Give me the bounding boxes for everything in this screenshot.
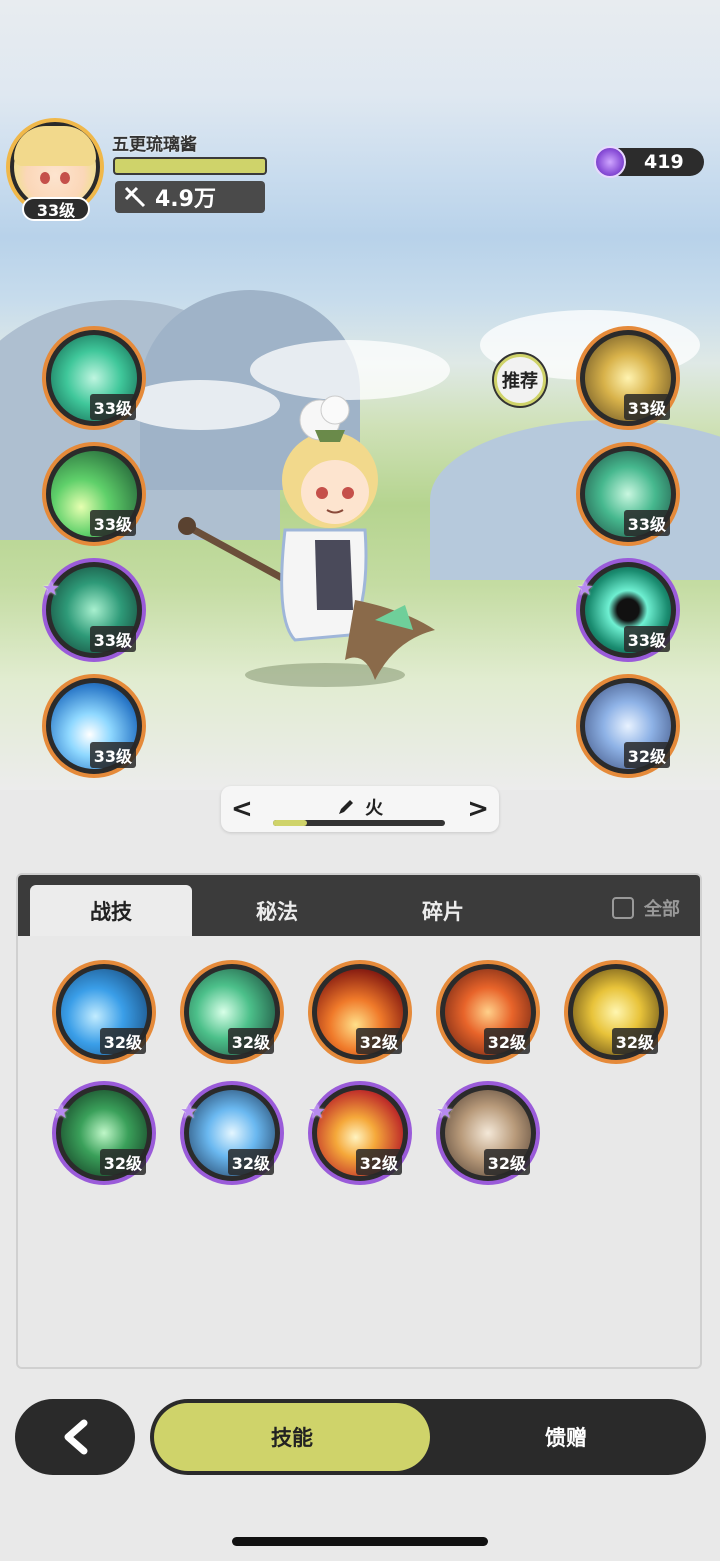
show-all-toggle[interactable]: 全部 — [612, 895, 680, 921]
skill-level: 32级 — [483, 1149, 530, 1175]
skill-orb[interactable]: 32级 — [576, 674, 680, 778]
skill-grid: 32级 32级 32级 32级 32级 32级 ★ 32级 ★ 32级 ★ 32级 ★ — [18, 936, 700, 1367]
tab-skills[interactable]: 技能 — [154, 1403, 430, 1471]
avatar-face-icon — [14, 126, 96, 208]
star-icon: ★ — [436, 1099, 454, 1123]
skill-orb[interactable]: 33级 ★ — [42, 558, 146, 662]
skill-level: 32级 — [355, 1149, 402, 1175]
skill-orb[interactable]: 33级 — [42, 674, 146, 778]
skill-panel: 战技 秘法 碎片 全部 32级 32级 32级 32级 32级 32级 ★ 32级 ★ 32级 ★ 3… — [16, 873, 702, 1369]
skill-orb[interactable]: 32级 ★ — [52, 1081, 156, 1185]
skill-orb[interactable]: 32级 — [52, 960, 156, 1064]
player-name: 五更琉璃酱 — [112, 135, 197, 155]
crossed-swords-icon — [124, 186, 146, 208]
skill-level: 32级 — [623, 742, 670, 768]
star-icon: ★ — [308, 1099, 326, 1123]
next-element-button[interactable]: > — [467, 794, 489, 824]
skill-orb[interactable]: 32级 — [564, 960, 668, 1064]
skill-orb[interactable]: 33级 — [576, 326, 680, 430]
skill-level: 32级 — [227, 1028, 274, 1054]
recommend-badge[interactable]: 推荐 — [494, 354, 546, 406]
skill-orb[interactable]: 32级 ★ — [308, 1081, 412, 1185]
skill-orb[interactable]: 32级 ★ — [436, 1081, 540, 1185]
skill-level: 32级 — [99, 1028, 146, 1054]
currency-counter[interactable]: 419 — [594, 146, 704, 178]
skill-orb[interactable]: 32级 — [308, 960, 412, 1064]
player-hp-bar — [113, 157, 267, 175]
skill-level: 32级 — [611, 1028, 658, 1054]
back-button[interactable] — [15, 1399, 135, 1475]
currency-amount: 419 — [644, 151, 684, 173]
skill-orb[interactable]: 32级 ★ — [180, 1081, 284, 1185]
star-icon: ★ — [180, 1099, 198, 1123]
skill-level: 33级 — [89, 510, 136, 536]
skill-level: 32级 — [355, 1028, 402, 1054]
skill-level: 33级 — [89, 626, 136, 652]
skill-level: 33级 — [89, 394, 136, 420]
skill-level: 32级 — [483, 1028, 530, 1054]
star-icon: ★ — [52, 1099, 70, 1123]
element-label: 火 — [365, 798, 384, 819]
skill-tabbar: 战技 秘法 碎片 全部 — [18, 875, 700, 936]
pencil-icon — [338, 800, 353, 814]
skill-level: 33级 — [623, 626, 670, 652]
skill-level: 32级 — [99, 1149, 146, 1175]
skill-orb[interactable]: 33级 — [42, 442, 146, 546]
tab-gifts[interactable]: 馈赠 — [430, 1403, 702, 1471]
combat-power-value: 4.9万 — [155, 187, 216, 212]
star-icon: ★ — [576, 576, 594, 600]
tab-combat-skills[interactable]: 战技 — [30, 885, 192, 936]
combat-power: 4.9万 — [115, 181, 265, 213]
skill-orb[interactable]: 33级 — [576, 442, 680, 546]
element-label-wrap[interactable]: 火 — [221, 794, 499, 820]
element-selector: < 火 > — [221, 786, 499, 832]
element-progress-track — [273, 820, 445, 826]
show-all-label: 全部 — [644, 899, 680, 920]
tab-secret-arts[interactable]: 秘法 — [196, 885, 358, 936]
skill-orb[interactable]: 33级 ★ — [576, 558, 680, 662]
purple-gem-icon — [594, 146, 626, 178]
character-sprite[interactable] — [175, 380, 455, 690]
tab-fragments[interactable]: 碎片 — [362, 885, 524, 936]
skill-level: 32级 — [227, 1149, 274, 1175]
skill-level: 33级 — [89, 742, 136, 768]
skill-orb[interactable]: 33级 — [42, 326, 146, 430]
bottom-segmented-control: 技能 馈赠 — [150, 1399, 706, 1475]
skill-level: 33级 — [623, 510, 670, 536]
home-indicator[interactable] — [232, 1537, 488, 1546]
back-arrow-icon — [64, 1419, 88, 1455]
skill-level: 33级 — [623, 394, 670, 420]
player-level: 33级 — [22, 197, 90, 221]
skill-orb[interactable]: 32级 — [180, 960, 284, 1064]
show-all-checkbox[interactable] — [612, 897, 634, 919]
skill-orb[interactable]: 32级 — [436, 960, 540, 1064]
star-icon: ★ — [42, 576, 60, 600]
